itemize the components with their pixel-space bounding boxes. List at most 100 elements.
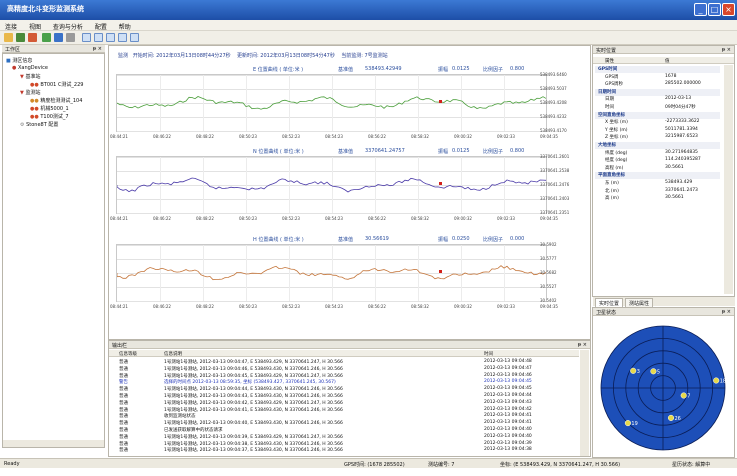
- add-icon[interactable]: [42, 33, 51, 42]
- satellite-marker[interactable]: [650, 368, 657, 375]
- chart-plot-area[interactable]: [116, 244, 547, 302]
- log-message: 1号测站1号测站, 2012-03-13 09:04:46, E 538493.…: [164, 366, 343, 372]
- property-group[interactable]: GPS时间: [595, 66, 720, 73]
- property-row[interactable]: 高 (m) 30.5661: [595, 195, 720, 202]
- property-row[interactable]: GPS周秒 285502.000000: [595, 81, 720, 88]
- satellite-marker[interactable]: [667, 414, 675, 421]
- up-icon[interactable]: [54, 33, 63, 42]
- disconnect-icon[interactable]: [28, 33, 37, 42]
- selected-point-marker[interactable]: [439, 270, 442, 273]
- x-tick-label: 08:54:23: [325, 216, 343, 221]
- tree-monitor-group[interactable]: ▼ 监测站: [20, 89, 40, 96]
- chart-title: H 位置曲线 ( 单位:米 ): [253, 237, 304, 243]
- chart-svg: [117, 265, 546, 281]
- tree-config[interactable]: ⚙ Stone8T 配置: [20, 121, 58, 128]
- property-group[interactable]: 平面直角坐标: [595, 172, 720, 180]
- property-group[interactable]: 空间直角坐标: [595, 111, 720, 119]
- property-key: GPS周秒: [605, 82, 624, 88]
- tree-root[interactable]: ■ 测区信息: [6, 57, 32, 64]
- chart-plot-area[interactable]: [116, 74, 547, 132]
- property-group[interactable]: 日期时间: [595, 88, 720, 96]
- series-line: [117, 96, 546, 110]
- log-level: 普通: [119, 387, 128, 393]
- tree-monitor-1[interactable]: ●● 精度检测测试_104: [30, 97, 82, 104]
- menu-config[interactable]: 配置: [90, 20, 112, 31]
- col-message[interactable]: 信息说明: [164, 351, 182, 357]
- props-vscrollbar[interactable]: [724, 65, 733, 294]
- property-key: 空间直角坐标: [598, 112, 625, 118]
- property-row[interactable]: Y 坐标 (m) 5011781.3394: [595, 127, 720, 134]
- satellite-marker[interactable]: [713, 377, 720, 384]
- chart-icon[interactable]: [94, 33, 103, 42]
- tree-monitor-3[interactable]: ●● T100测试_7: [30, 113, 69, 120]
- tree-label: 监测站: [25, 90, 41, 96]
- property-row[interactable]: X 坐标 (m) -2273333.3622: [595, 119, 720, 126]
- panel-close-icon[interactable]: ᵽ ×: [722, 309, 731, 315]
- x-tick-label: 08:48:22: [196, 216, 214, 221]
- open-icon[interactable]: [4, 33, 13, 42]
- satellite-marker[interactable]: [680, 392, 687, 399]
- tree-base-station[interactable]: ●● BT001 C测试_229: [30, 81, 83, 88]
- output-header: 输出栏 ᵽ ×: [109, 341, 590, 349]
- property-value: 09时04分47秒: [665, 105, 696, 110]
- satellite-marker[interactable]: [624, 420, 631, 427]
- panel-close-icon[interactable]: ᵽ ×: [578, 342, 587, 348]
- chart-plot-area[interactable]: [116, 156, 547, 214]
- chart-svg: [117, 96, 546, 110]
- output-vscrollbar[interactable]: [580, 350, 589, 456]
- panel-close-icon[interactable]: ᵽ ×: [722, 47, 731, 53]
- selected-point-marker[interactable]: [439, 182, 442, 185]
- menu-help[interactable]: 帮助: [114, 20, 136, 31]
- menu-view[interactable]: 视图: [24, 20, 46, 31]
- x-tick-label: 09:00:32: [454, 134, 472, 139]
- col-level[interactable]: 信息等级: [119, 351, 137, 357]
- chart-amp-label: 振幅: [438, 237, 449, 243]
- menu-connect[interactable]: 连接: [0, 20, 22, 31]
- help-icon[interactable]: [130, 33, 139, 42]
- menu-query[interactable]: 查询与分析: [48, 20, 88, 31]
- property-row[interactable]: 纬度 (deg) 30.271964835: [595, 150, 720, 157]
- property-row[interactable]: Z 坐标 (m) 3215987.6523: [595, 134, 720, 141]
- chart-scale-value: 0.800: [510, 148, 525, 154]
- y-tick-label: 538493.4170: [540, 128, 567, 133]
- satellite-marker[interactable]: [630, 367, 637, 374]
- tree-device[interactable]: ● XangDevice: [12, 65, 48, 71]
- panel-close-icon[interactable]: ᵽ ×: [93, 46, 102, 52]
- property-row[interactable]: 经度 (deg) 114.240395287: [595, 157, 720, 164]
- tree-monitor-2[interactable]: ●● 机械5000_1: [30, 105, 69, 112]
- tree-hscrollbar[interactable]: [3, 440, 104, 447]
- settings-icon[interactable]: [118, 33, 127, 42]
- maximize-button[interactable]: □: [708, 3, 721, 16]
- property-row[interactable]: 东 (m) 538493.429: [595, 180, 720, 187]
- log-level: 普通: [119, 366, 128, 372]
- x-tick-label: 08:58:32: [411, 134, 429, 139]
- property-group[interactable]: 大地坐标: [595, 142, 720, 149]
- log-message: 选择的时间点 2012-03-13 08:59:35, 坐标 (538493.4…: [164, 380, 336, 386]
- property-row[interactable]: 北 (m) 3370641.2473: [595, 188, 720, 195]
- log-level: 普通: [119, 448, 128, 454]
- status-station: 测站编号: 7: [428, 462, 455, 468]
- col-value: 值: [665, 59, 670, 64]
- chart-base-value: 3370641.24757: [365, 148, 405, 154]
- property-row[interactable]: 高程 (m) 30.5661: [595, 165, 720, 172]
- table-icon[interactable]: [106, 33, 115, 42]
- y-tick-label: 30.5902: [540, 242, 557, 247]
- chart-scale-value: 0.000: [510, 236, 525, 242]
- layout-icon[interactable]: [82, 33, 91, 42]
- selected-point-marker[interactable]: [439, 100, 442, 103]
- close-button[interactable]: ×: [722, 3, 735, 16]
- connect-icon[interactable]: [16, 33, 25, 42]
- x-tick-label: 09:02:33: [497, 216, 515, 221]
- tree-base-group[interactable]: ▼ 基准站: [20, 73, 40, 80]
- property-row[interactable]: 时间 09时04分47秒: [595, 104, 720, 111]
- minimize-button[interactable]: _: [694, 3, 707, 16]
- col-time[interactable]: 时间: [484, 351, 493, 357]
- x-tick-label: 08:52:23: [282, 216, 300, 221]
- property-value: 114.240395287: [665, 157, 701, 163]
- property-key: GPS周: [605, 74, 619, 80]
- property-row[interactable]: 日期 2012-03-13: [595, 96, 720, 103]
- property-row[interactable]: GPS周 1678: [595, 74, 720, 81]
- chart-title: N 位置曲线 ( 单位:米 ): [253, 149, 304, 155]
- log-row[interactable]: 普通 1号测站1号测站, 2012-03-13 09:04:37, E 53849…: [109, 447, 579, 454]
- x-tick-label: 08:54:23: [325, 134, 343, 139]
